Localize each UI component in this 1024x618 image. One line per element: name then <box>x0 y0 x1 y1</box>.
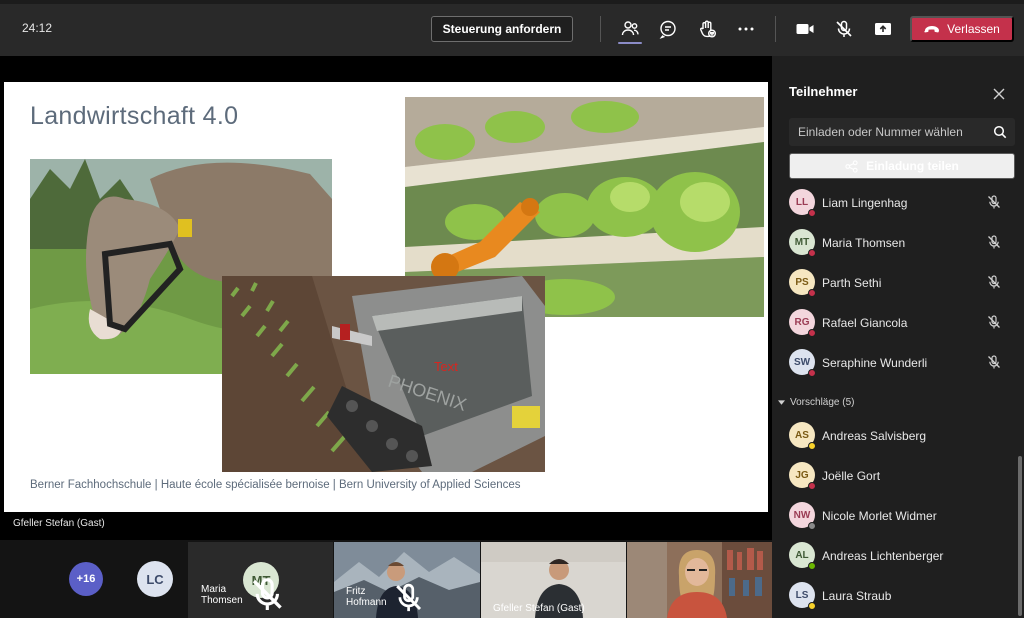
field-robot-photo: Text PHOENIX <box>222 276 545 472</box>
participant-row[interactable]: RG Rafael Giancola <box>772 303 1024 343</box>
video-tile[interactable]: Fritz Hofmann <box>334 542 480 618</box>
participant-name: Rafael Giancola <box>822 316 908 330</box>
participant-name: Seraphine Wunderli <box>822 356 928 370</box>
request-control-button[interactable]: Steuerung anfordern <box>431 16 573 42</box>
participant-row[interactable]: LL Liam Lingenhag <box>772 183 1024 223</box>
suggestion-row[interactable]: JG Joëlle Gort <box>772 456 1024 496</box>
participant-name: Joëlle Gort <box>822 469 881 483</box>
slide-title: Landwirtschaft 4.0 <box>30 102 239 130</box>
presence-busy-icon <box>808 249 816 257</box>
participant-row[interactable]: SW Seraphine Wunderli <box>772 343 1024 383</box>
toolbar-divider <box>600 16 601 42</box>
hangup-icon <box>924 26 940 33</box>
presence-busy-icon <box>808 369 816 377</box>
presence-away-icon <box>808 602 816 610</box>
meeting-timer: 24:12 <box>22 21 53 35</box>
share-invite-label: Einladung teilen <box>866 159 959 173</box>
people-active-indicator <box>618 42 642 44</box>
slide-footer: Berner Fachhochschule | Haute école spéc… <box>30 479 521 491</box>
video-tile-label: Fritz Hofmann <box>346 581 425 614</box>
participant-name: Parth Sethi <box>822 276 882 290</box>
avatar[interactable]: LC <box>137 561 173 597</box>
people-icon[interactable] <box>617 16 643 42</box>
video-gallery: +16 LC MT Maria Thomsen Fritz Hofmann Gf… <box>0 540 772 618</box>
reactions-icon[interactable] <box>694 16 720 42</box>
participant-name: Liam Lingenhag <box>822 196 908 210</box>
share-icon <box>845 159 858 173</box>
robot-text-label: Text <box>434 359 458 374</box>
video-tile[interactable]: Gfeller Stefan (Gast) <box>481 542 626 618</box>
share-screen-icon[interactable] <box>870 16 896 42</box>
mic-off-icon <box>252 578 282 611</box>
presence-available-icon <box>808 562 816 570</box>
participants-panel-title: Teilnehmer <box>789 84 858 99</box>
video-tile-name: Gfeller Stefan (Gast) <box>493 603 585 614</box>
participant-name: Andreas Salvisberg <box>822 429 927 443</box>
search-icon[interactable] <box>993 125 1007 139</box>
shared-content-stage: Landwirtschaft 4.0 Text PHOENIX Berner F… <box>0 56 772 540</box>
camera-icon[interactable] <box>792 16 818 42</box>
invite-search-field[interactable] <box>789 118 1015 146</box>
presence-busy-icon <box>808 209 816 217</box>
suggestion-row[interactable]: NW Nicole Morlet Widmer <box>772 496 1024 536</box>
mic-off-icon[interactable] <box>831 16 857 42</box>
mic-off-icon[interactable] <box>986 314 1002 330</box>
presence-offline-icon <box>808 522 816 530</box>
meeting-toolbar: 24:12 Steuerung anfordern Verlassen <box>0 0 1024 56</box>
participant-row[interactable]: PS Parth Sethi <box>772 263 1024 303</box>
mic-off-icon[interactable] <box>986 274 1002 290</box>
presence-busy-icon <box>808 329 816 337</box>
suggestion-row[interactable]: LS Laura Straub <box>772 576 1024 616</box>
suggestions-header[interactable]: Vorschläge (5) <box>778 397 854 408</box>
invite-search-input[interactable] <box>798 125 988 139</box>
video-tile-label: Gfeller Stefan (Gast) <box>493 603 585 614</box>
video-tile-name: Maria Thomsen <box>201 583 243 606</box>
mic-off-icon[interactable] <box>986 354 1002 370</box>
toolbar-top-edge <box>0 0 1024 4</box>
participants-panel: Teilnehmer Einladung teilen LL Liam Ling… <box>772 56 1024 618</box>
overflow-participants-badge[interactable]: +16 <box>69 562 103 596</box>
chevron-down-icon <box>778 400 785 405</box>
more-icon[interactable] <box>733 16 759 42</box>
presence-away-icon <box>808 442 816 450</box>
participant-name: Maria Thomsen <box>822 236 906 250</box>
toolbar-divider <box>775 16 776 42</box>
leave-button[interactable]: Verlassen <box>910 16 1014 42</box>
suggestions-header-label: Vorschläge (5) <box>790 397 855 408</box>
share-invite-button[interactable]: Einladung teilen <box>789 153 1015 179</box>
video-feed <box>627 542 772 618</box>
participant-row[interactable]: MT Maria Thomsen <box>772 223 1024 263</box>
suggestion-row[interactable]: AS Andreas Salvisberg <box>772 416 1024 456</box>
video-tile-name: Fritz Hofmann <box>346 586 387 609</box>
video-tile[interactable]: MT Maria Thomsen <box>188 542 333 618</box>
participant-name: Nicole Morlet Widmer <box>822 509 937 523</box>
mic-off-icon <box>395 583 421 611</box>
suggestion-row[interactable]: AL Andreas Lichtenberger <box>772 536 1024 576</box>
participant-name: Andreas Lichtenberger <box>822 549 944 563</box>
leave-label: Verlassen <box>947 22 1000 36</box>
video-tile[interactable] <box>627 542 772 618</box>
close-icon[interactable] <box>992 87 1006 101</box>
chat-icon[interactable] <box>655 16 681 42</box>
presenter-name-label: Gfeller Stefan (Gast) <box>13 518 105 529</box>
participant-name: Laura Straub <box>822 589 892 603</box>
mic-off-icon[interactable] <box>986 234 1002 250</box>
presentation-slide: Landwirtschaft 4.0 Text PHOENIX Berner F… <box>4 82 768 512</box>
mic-off-icon[interactable] <box>986 194 1002 210</box>
presence-busy-icon <box>808 289 816 297</box>
presence-busy-icon <box>808 482 816 490</box>
video-tile-label: Maria Thomsen <box>201 575 286 614</box>
participants-scrollbar[interactable] <box>1018 456 1022 616</box>
